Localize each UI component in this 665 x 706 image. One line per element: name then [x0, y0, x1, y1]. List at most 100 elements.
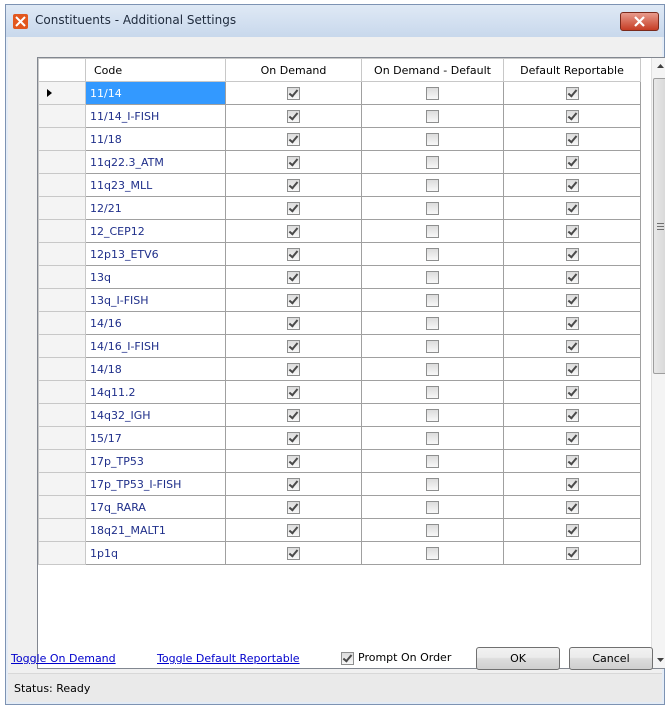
on-demand-default-checkbox[interactable]	[426, 385, 439, 399]
row-header[interactable]	[38, 334, 86, 358]
on-demand-checkbox[interactable]	[287, 247, 300, 261]
row-header[interactable]	[38, 426, 86, 450]
table-row[interactable]: 14/16_I-FISH	[38, 334, 641, 358]
code-cell[interactable]: 17q_RARA	[85, 495, 226, 519]
on-demand-checkbox[interactable]	[287, 477, 300, 491]
on-demand-checkbox[interactable]	[287, 339, 300, 353]
row-header[interactable]	[38, 518, 86, 542]
default-reportable-checkbox[interactable]	[565, 408, 579, 422]
on-demand-default-checkbox[interactable]	[426, 477, 439, 491]
default-reportable-checkbox[interactable]	[565, 132, 579, 146]
table-row[interactable]: 14q11.2	[38, 380, 641, 404]
table-row[interactable]: 13q	[38, 265, 641, 289]
table-row[interactable]: 12_CEP12	[38, 219, 641, 243]
column-header-on-demand[interactable]: On Demand	[225, 58, 362, 82]
on-demand-checkbox[interactable]	[287, 132, 300, 146]
code-cell[interactable]: 14/18	[85, 357, 226, 381]
on-demand-checkbox[interactable]	[287, 224, 300, 238]
code-cell[interactable]: 14/16_I-FISH	[85, 334, 226, 358]
on-demand-checkbox[interactable]	[287, 408, 300, 422]
default-reportable-checkbox[interactable]	[565, 224, 579, 238]
default-reportable-checkbox[interactable]	[565, 155, 579, 169]
on-demand-default-checkbox[interactable]	[426, 224, 439, 238]
toggle-on-demand-link[interactable]: Toggle On Demand	[11, 652, 116, 665]
code-cell[interactable]: 14/16	[85, 311, 226, 335]
table-row[interactable]: 18q21_MALT1	[38, 518, 641, 542]
code-cell[interactable]: 11/14	[85, 81, 226, 105]
on-demand-checkbox[interactable]	[287, 270, 300, 284]
column-header-on-demand-default[interactable]: On Demand - Default	[361, 58, 504, 82]
toggle-default-reportable-link[interactable]: Toggle Default Reportable	[157, 652, 300, 665]
close-button[interactable]	[620, 12, 659, 31]
default-reportable-checkbox[interactable]	[565, 523, 579, 537]
row-header[interactable]	[38, 127, 86, 151]
row-header[interactable]	[38, 472, 86, 496]
default-reportable-checkbox[interactable]	[565, 178, 579, 192]
on-demand-default-checkbox[interactable]	[426, 316, 439, 330]
default-reportable-checkbox[interactable]	[565, 316, 579, 330]
table-row[interactable]: 13q_I-FISH	[38, 288, 641, 312]
code-cell[interactable]: 11/14_I-FISH	[85, 104, 226, 128]
table-row[interactable]: 11/18	[38, 127, 641, 151]
row-header[interactable]	[38, 449, 86, 473]
on-demand-checkbox[interactable]	[287, 454, 300, 468]
code-cell[interactable]: 18q21_MALT1	[85, 518, 226, 542]
table-row[interactable]: 17p_TP53	[38, 449, 641, 473]
column-header-code[interactable]: Code	[85, 58, 226, 82]
default-reportable-checkbox[interactable]	[565, 293, 579, 307]
default-reportable-checkbox[interactable]	[565, 500, 579, 514]
on-demand-checkbox[interactable]	[287, 86, 300, 100]
column-header-default-reportable[interactable]: Default Reportable	[503, 58, 641, 82]
table-row[interactable]: 14/16	[38, 311, 641, 335]
code-cell[interactable]: 17p_TP53	[85, 449, 226, 473]
title-bar[interactable]: Constituents - Additional Settings	[6, 5, 664, 37]
row-header[interactable]	[38, 81, 86, 105]
on-demand-default-checkbox[interactable]	[426, 132, 439, 146]
default-reportable-checkbox[interactable]	[565, 431, 579, 445]
row-header[interactable]	[38, 495, 86, 519]
on-demand-checkbox[interactable]	[287, 500, 300, 514]
row-header[interactable]	[38, 219, 86, 243]
table-row[interactable]: 17p_TP53_I-FISH	[38, 472, 641, 496]
row-header[interactable]	[38, 242, 86, 266]
ok-button[interactable]: OK	[476, 647, 560, 670]
table-row[interactable]: 1p1q	[38, 541, 641, 565]
table-row[interactable]: 12/21	[38, 196, 641, 220]
default-reportable-checkbox[interactable]	[565, 454, 579, 468]
on-demand-default-checkbox[interactable]	[426, 339, 439, 353]
code-cell[interactable]: 11q23_MLL	[85, 173, 226, 197]
code-cell[interactable]: 12_CEP12	[85, 219, 226, 243]
scroll-up-button[interactable]	[652, 58, 665, 75]
row-header[interactable]	[38, 541, 86, 565]
scroll-thumb[interactable]	[653, 78, 665, 374]
table-row[interactable]: 12p13_ETV6	[38, 242, 641, 266]
on-demand-checkbox[interactable]	[287, 546, 300, 560]
table-row[interactable]: 11q22.3_ATM	[38, 150, 641, 174]
row-header[interactable]	[38, 150, 86, 174]
on-demand-default-checkbox[interactable]	[426, 178, 439, 192]
on-demand-default-checkbox[interactable]	[426, 362, 439, 376]
on-demand-checkbox[interactable]	[287, 155, 300, 169]
row-header[interactable]	[38, 357, 86, 381]
default-reportable-checkbox[interactable]	[565, 385, 579, 399]
on-demand-checkbox[interactable]	[287, 316, 300, 330]
cancel-button[interactable]: Cancel	[569, 647, 653, 670]
default-reportable-checkbox[interactable]	[565, 201, 579, 215]
on-demand-checkbox[interactable]	[287, 385, 300, 399]
default-reportable-checkbox[interactable]	[565, 546, 579, 560]
on-demand-default-checkbox[interactable]	[426, 408, 439, 422]
code-cell[interactable]: 11q22.3_ATM	[85, 150, 226, 174]
table-row[interactable]: 11/14	[38, 81, 641, 105]
on-demand-checkbox[interactable]	[287, 109, 300, 123]
on-demand-default-checkbox[interactable]	[426, 109, 439, 123]
on-demand-default-checkbox[interactable]	[426, 546, 439, 560]
row-header[interactable]	[38, 311, 86, 335]
table-row[interactable]: 14/18	[38, 357, 641, 381]
on-demand-default-checkbox[interactable]	[426, 454, 439, 468]
default-reportable-checkbox[interactable]	[565, 477, 579, 491]
on-demand-checkbox[interactable]	[287, 293, 300, 307]
row-header[interactable]	[38, 196, 86, 220]
code-cell[interactable]: 1p1q	[85, 541, 226, 565]
table-row[interactable]: 17q_RARA	[38, 495, 641, 519]
on-demand-default-checkbox[interactable]	[426, 500, 439, 514]
